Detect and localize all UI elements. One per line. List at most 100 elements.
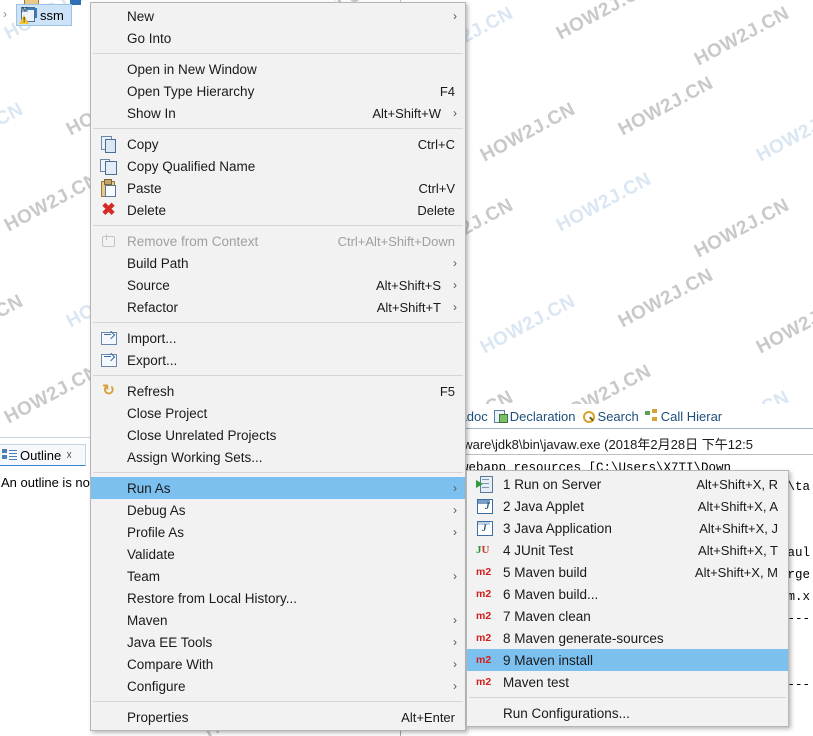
menu-item-debug-as[interactable]: Debug As › <box>91 499 465 521</box>
tab-label: Call Hierar <box>660 408 723 424</box>
menu-item-open-in-new-window[interactable]: Open in New Window <box>91 58 465 80</box>
menu-item-import[interactable]: Import... <box>91 327 465 349</box>
menu-item-maven[interactable]: Maven › <box>91 609 465 631</box>
menu-item-refactor[interactable]: Refactor Alt+Shift+T › <box>91 296 465 318</box>
folder-icon <box>24 0 39 8</box>
menu-item-refresh[interactable]: ↻ Refresh F5 <box>91 380 465 402</box>
menu-item-paste[interactable]: Paste Ctrl+V <box>91 177 465 199</box>
menu-item-label: Compare With <box>127 656 214 672</box>
menu-item-open-type-hierarchy[interactable]: Open Type Hierarchy F4 <box>91 80 465 102</box>
package-explorer-row: › M ! ssm <box>0 0 90 32</box>
menu-item-label: 5 Maven build <box>503 564 588 580</box>
menu-item-label: Delete <box>127 202 167 218</box>
menu-separator <box>93 53 463 54</box>
declaration-icon <box>493 409 508 423</box>
menu-item-label: 3 Java Application <box>503 520 612 536</box>
java-application-icon: J <box>476 520 493 536</box>
menu-item-label: 1 Run on Server <box>503 476 602 492</box>
menu-item-accelerator: Alt+Enter <box>401 709 455 725</box>
submenu-chevron-icon: › <box>453 657 457 671</box>
menu-item-4-junit-test[interactable]: JU 4 JUnit Test Alt+Shift+X, T <box>467 539 788 561</box>
menu-item-accelerator: Alt+Shift+X, A <box>697 498 778 514</box>
menu-item-accelerator: Alt+Shift+T <box>376 299 441 315</box>
maven-icon: m2 <box>476 566 492 578</box>
menu-item-5-maven-build[interactable]: m2 5 Maven build Alt+Shift+X, M <box>467 561 788 583</box>
menu-item-new[interactable]: New › <box>91 5 465 27</box>
menu-item-label: 8 Maven generate-sources <box>503 630 664 646</box>
menu-item-label: Validate <box>127 546 175 562</box>
watermark-text: HOW2J.CN <box>552 0 655 45</box>
menu-item-compare-with[interactable]: Compare With › <box>91 653 465 675</box>
tab-search[interactable]: Search <box>581 409 639 424</box>
menu-item-accelerator: F4 <box>439 83 455 99</box>
menu-item-label: Open Type Hierarchy <box>127 83 255 99</box>
menu-item-label: Maven test <box>503 674 570 690</box>
tree-item-ssm[interactable]: M ! ssm <box>16 4 72 26</box>
menu-item-delete[interactable]: ✖ Delete Delete <box>91 199 465 221</box>
menu-item-7-maven-clean[interactable]: m2 7 Maven clean <box>467 605 788 627</box>
menu-item-assign-working-sets[interactable]: Assign Working Sets... <box>91 446 465 468</box>
submenu-chevron-icon: › <box>453 300 457 314</box>
watermark-text: HOW2J.CN <box>552 168 655 237</box>
menu-item-run-as[interactable]: Run As › <box>91 477 465 499</box>
menu-item-close-unrelated-projects[interactable]: Close Unrelated Projects <box>91 424 465 446</box>
menu-item-label: Source <box>127 277 170 293</box>
menu-item-2-java-applet[interactable]: J 2 Java Applet Alt+Shift+X, A <box>467 495 788 517</box>
menu-item-source[interactable]: Source Alt+Shift+S › <box>91 274 465 296</box>
menu-item-java-ee-tools[interactable]: Java EE Tools › <box>91 631 465 653</box>
menu-item-1-run-on-server[interactable]: 1 Run on Server Alt+Shift+X, R <box>467 473 788 495</box>
import-icon <box>100 330 117 346</box>
tab-declaration[interactable]: Declaration <box>493 409 576 424</box>
menu-item-label: Restore from Local History... <box>127 590 298 606</box>
run-on-server-icon <box>476 476 493 493</box>
menu-item-6-maven-build[interactable]: m2 6 Maven build... <box>467 583 788 605</box>
close-icon[interactable]: ☓ <box>66 449 72 462</box>
paste-icon <box>100 179 117 197</box>
menu-item-accelerator: Ctrl+C <box>417 136 455 152</box>
menu-item-build-path[interactable]: Build Path › <box>91 252 465 274</box>
menu-item-go-into[interactable]: Go Into <box>91 27 465 49</box>
console-text-fragment: --- <box>787 612 810 626</box>
call-hierarchy-icon <box>644 409 658 423</box>
menu-item-accelerator: Alt+Shift+S <box>375 277 441 293</box>
menu-item-label: Import... <box>127 330 177 346</box>
tab-label: Search <box>597 408 639 424</box>
run-as-submenu[interactable]: 1 Run on Server Alt+Shift+X, R J 2 Java App… <box>466 470 789 727</box>
menu-item-accelerator: Ctrl+Alt+Shift+Down <box>337 233 455 249</box>
menu-item-export[interactable]: Export... <box>91 349 465 371</box>
menu-item-label: Paste <box>127 180 162 196</box>
delete-icon: ✖ <box>101 200 116 219</box>
menu-item-9-maven-install[interactable]: m2 9 Maven install <box>467 649 788 671</box>
watermark-text: HOW2J.CN <box>476 98 579 167</box>
console-text-fragment: rge <box>787 568 810 582</box>
menu-item-copy[interactable]: Copy Ctrl+C <box>91 133 465 155</box>
menu-item-copy-qualified-name[interactable]: Copy Qualified Name <box>91 155 465 177</box>
menu-item-run-configurations[interactable]: Run Configurations... <box>467 702 788 724</box>
tab-call-hierarchy[interactable]: Call Hierar <box>644 409 722 424</box>
menu-item-profile-as[interactable]: Profile As › <box>91 521 465 543</box>
junit-icon: JU <box>476 544 490 556</box>
copy-icon <box>100 136 117 153</box>
project-context-menu[interactable]: New › Go Into Open in New Window Open Type H… <box>90 2 466 731</box>
chevron-right-icon[interactable]: › <box>3 8 7 20</box>
tab-outline[interactable]: Outline ☓ <box>0 444 86 466</box>
menu-item-configure[interactable]: Configure › <box>91 675 465 697</box>
menu-item-validate[interactable]: Validate <box>91 543 465 565</box>
menu-item-maven-test[interactable]: m2 Maven test <box>467 671 788 693</box>
menu-item-label: 6 Maven build... <box>503 586 599 602</box>
menu-separator <box>93 375 463 376</box>
tab-label: Declaration <box>509 408 576 424</box>
menu-item-team[interactable]: Team › <box>91 565 465 587</box>
menu-item-label: Go Into <box>127 30 172 46</box>
menu-item-label: Java EE Tools <box>127 634 213 650</box>
console-text-fragment: aul <box>787 546 810 560</box>
menu-item-label: Build Path <box>127 255 189 271</box>
menu-item-accelerator: F5 <box>439 383 455 399</box>
menu-item-label: Refresh <box>127 383 175 399</box>
menu-item-restore-from-local-history[interactable]: Restore from Local History... <box>91 587 465 609</box>
menu-item-properties[interactable]: Properties Alt+Enter <box>91 706 465 728</box>
menu-item-8-maven-generate-sources[interactable]: m2 8 Maven generate-sources <box>467 627 788 649</box>
menu-item-close-project[interactable]: Close Project <box>91 402 465 424</box>
menu-item-show-in[interactable]: Show In Alt+Shift+W › <box>91 102 465 124</box>
menu-item-3-java-application[interactable]: J 3 Java Application Alt+Shift+X, J <box>467 517 788 539</box>
